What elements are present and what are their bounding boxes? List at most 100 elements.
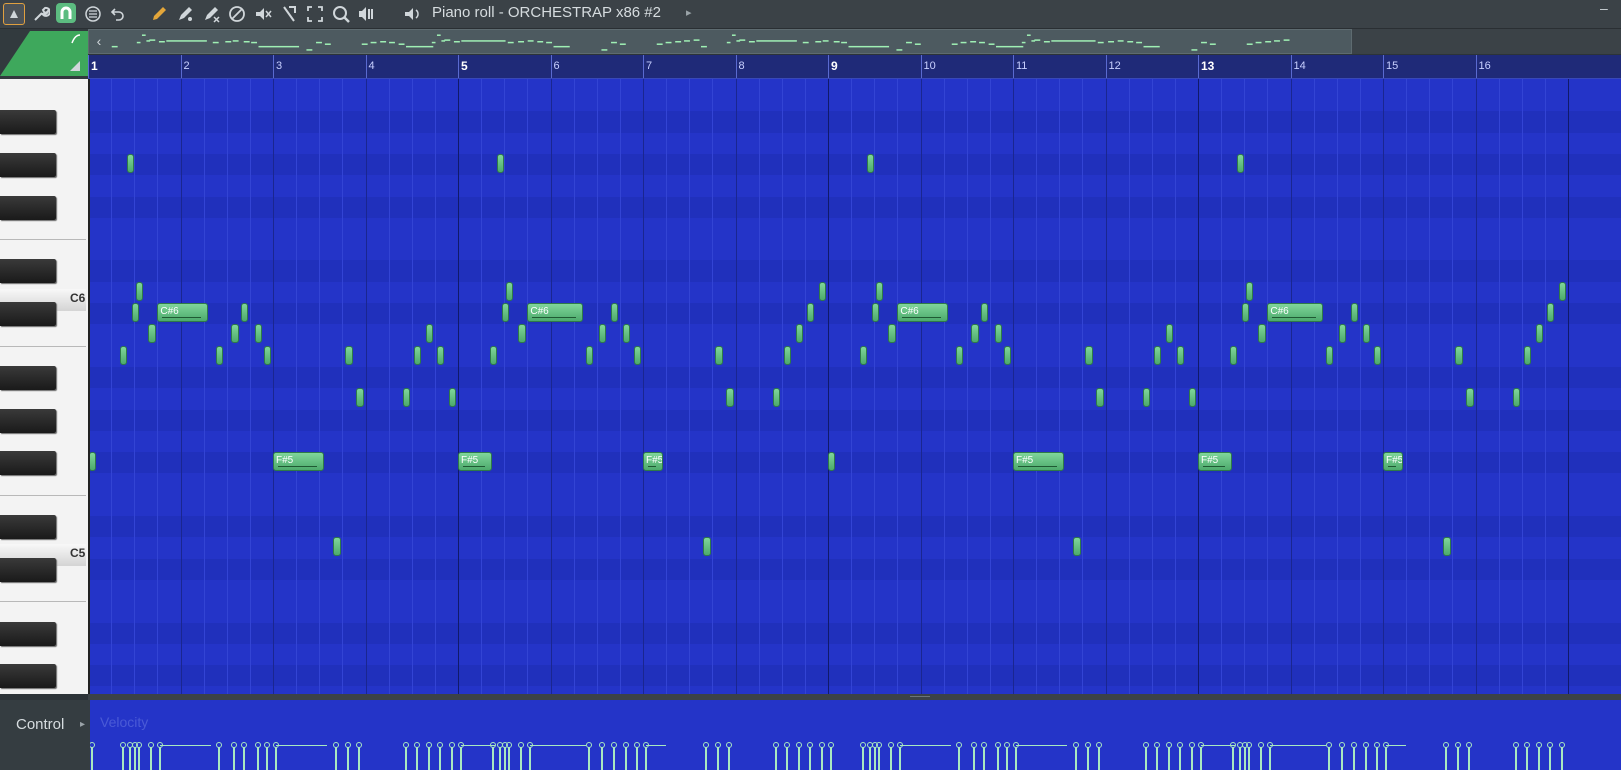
note[interactable] bbox=[506, 281, 514, 301]
velocity-stem[interactable] bbox=[233, 747, 236, 770]
velocity-stem[interactable] bbox=[1525, 747, 1528, 770]
velocity-handle[interactable] bbox=[1350, 742, 1357, 748]
note[interactable] bbox=[240, 303, 249, 322]
velocity-stem[interactable] bbox=[404, 747, 407, 770]
note[interactable] bbox=[1558, 281, 1567, 301]
velocity-stem[interactable] bbox=[1364, 747, 1367, 770]
velocity-handle[interactable] bbox=[136, 742, 143, 748]
velocity-handle[interactable] bbox=[994, 742, 1001, 748]
piano-keyboard[interactable]: C6 C5 bbox=[0, 79, 90, 694]
note[interactable] bbox=[795, 324, 804, 344]
velocity-stem[interactable] bbox=[256, 747, 259, 770]
note[interactable] bbox=[1176, 345, 1185, 365]
control-panel[interactable]: Control ▸ bbox=[0, 700, 90, 770]
velocity-stem[interactable] bbox=[1537, 747, 1540, 770]
note[interactable] bbox=[772, 388, 780, 408]
note[interactable]: C#6 bbox=[897, 303, 949, 322]
note[interactable]: F#5 bbox=[1198, 452, 1233, 472]
velocity-stem[interactable] bbox=[705, 747, 708, 770]
minimize-button[interactable]: – bbox=[1600, 0, 1608, 16]
note[interactable] bbox=[598, 324, 606, 344]
note[interactable] bbox=[1325, 345, 1334, 365]
velocity-stem[interactable] bbox=[1238, 747, 1241, 770]
note[interactable] bbox=[994, 324, 1002, 344]
velocity-stem[interactable] bbox=[1248, 747, 1251, 770]
velocity-stem[interactable] bbox=[1327, 747, 1330, 770]
velocity-stem[interactable] bbox=[460, 747, 462, 770]
note[interactable]: F#5 bbox=[273, 452, 324, 472]
wrench-icon[interactable] bbox=[30, 3, 52, 25]
velocity-stem[interactable] bbox=[868, 747, 871, 770]
velocity-handle[interactable] bbox=[1466, 742, 1473, 748]
velocity-stem[interactable] bbox=[797, 747, 800, 770]
note[interactable] bbox=[783, 345, 791, 365]
velocity-handle[interactable] bbox=[715, 742, 722, 748]
velocity-stem[interactable] bbox=[1200, 747, 1202, 770]
velocity-handle[interactable] bbox=[860, 742, 867, 748]
note[interactable] bbox=[876, 281, 884, 301]
note[interactable] bbox=[425, 324, 434, 344]
black-key[interactable] bbox=[0, 408, 56, 433]
velocity-stem[interactable] bbox=[1190, 747, 1193, 770]
velocity-stem[interactable] bbox=[899, 747, 902, 770]
velocity-lane[interactable]: Velocity bbox=[90, 700, 1621, 770]
velocity-handle[interactable] bbox=[90, 742, 95, 748]
velocity-stem[interactable] bbox=[820, 747, 823, 770]
note[interactable] bbox=[715, 345, 723, 365]
velocity-stem[interactable] bbox=[242, 747, 245, 770]
velocity-handle[interactable] bbox=[413, 742, 420, 748]
velocity-stem[interactable] bbox=[275, 747, 277, 770]
velocity-handle[interactable] bbox=[1085, 742, 1092, 748]
velocity-stem[interactable] bbox=[830, 747, 832, 770]
velocity-stem[interactable] bbox=[1178, 747, 1181, 770]
note[interactable] bbox=[1165, 324, 1174, 344]
velocity-handle[interactable] bbox=[1246, 742, 1253, 748]
velocity-stem[interactable] bbox=[520, 747, 523, 770]
velocity-stem[interactable] bbox=[358, 747, 361, 770]
note-grid[interactable]: C#6 F#5 F#5 C#6 F#5 C#6 F#5 F#5 C#6 F#5 bbox=[90, 79, 1621, 694]
velocity-handle[interactable] bbox=[490, 742, 497, 748]
note[interactable] bbox=[980, 303, 989, 322]
velocity-stem[interactable] bbox=[878, 747, 881, 770]
velocity-stem[interactable] bbox=[1468, 747, 1471, 770]
note[interactable] bbox=[1466, 388, 1474, 408]
note[interactable] bbox=[90, 452, 97, 472]
velocity-handle[interactable] bbox=[254, 742, 261, 748]
velocity-stem[interactable] bbox=[504, 747, 507, 770]
note[interactable] bbox=[633, 345, 642, 365]
note[interactable] bbox=[345, 345, 353, 365]
note[interactable] bbox=[136, 281, 144, 301]
velocity-stem[interactable] bbox=[1385, 747, 1387, 770]
velocity-stem[interactable] bbox=[973, 747, 976, 770]
velocity-handle[interactable] bbox=[828, 742, 834, 748]
note[interactable] bbox=[1350, 303, 1359, 322]
velocity-handle[interactable] bbox=[1523, 742, 1530, 748]
control-arrow-icon[interactable]: ▸ bbox=[80, 719, 85, 730]
velocity-handle[interactable] bbox=[1362, 742, 1369, 748]
note[interactable] bbox=[872, 303, 880, 322]
velocity-handle[interactable] bbox=[1142, 742, 1149, 748]
velocity-stem[interactable] bbox=[90, 747, 93, 770]
velocity-handle[interactable] bbox=[1096, 742, 1103, 748]
velocity-stem[interactable] bbox=[600, 747, 603, 770]
velocity-stem[interactable] bbox=[159, 747, 162, 770]
velocity-handle[interactable] bbox=[1455, 742, 1462, 748]
velocity-stem[interactable] bbox=[1352, 747, 1355, 770]
velocity-stem[interactable] bbox=[508, 747, 511, 770]
delete-brush-icon[interactable] bbox=[200, 3, 222, 25]
scroll-left-button[interactable]: ‹ bbox=[91, 31, 107, 51]
velocity-handle[interactable] bbox=[888, 742, 895, 748]
velocity-stem[interactable] bbox=[808, 747, 811, 770]
velocity-handle[interactable] bbox=[240, 742, 247, 748]
note[interactable] bbox=[1188, 388, 1197, 408]
velocity-stem[interactable] bbox=[1015, 747, 1017, 770]
note[interactable] bbox=[490, 345, 498, 365]
note[interactable] bbox=[610, 303, 619, 322]
velocity-stem[interactable] bbox=[217, 747, 220, 770]
velocity-handle[interactable] bbox=[806, 742, 813, 748]
velocity-stem[interactable] bbox=[265, 747, 268, 770]
velocity-handle[interactable] bbox=[1003, 742, 1010, 748]
speaker-icon[interactable] bbox=[401, 3, 423, 25]
velocity-stem[interactable] bbox=[415, 747, 418, 770]
note[interactable]: F#5 bbox=[1013, 452, 1064, 472]
